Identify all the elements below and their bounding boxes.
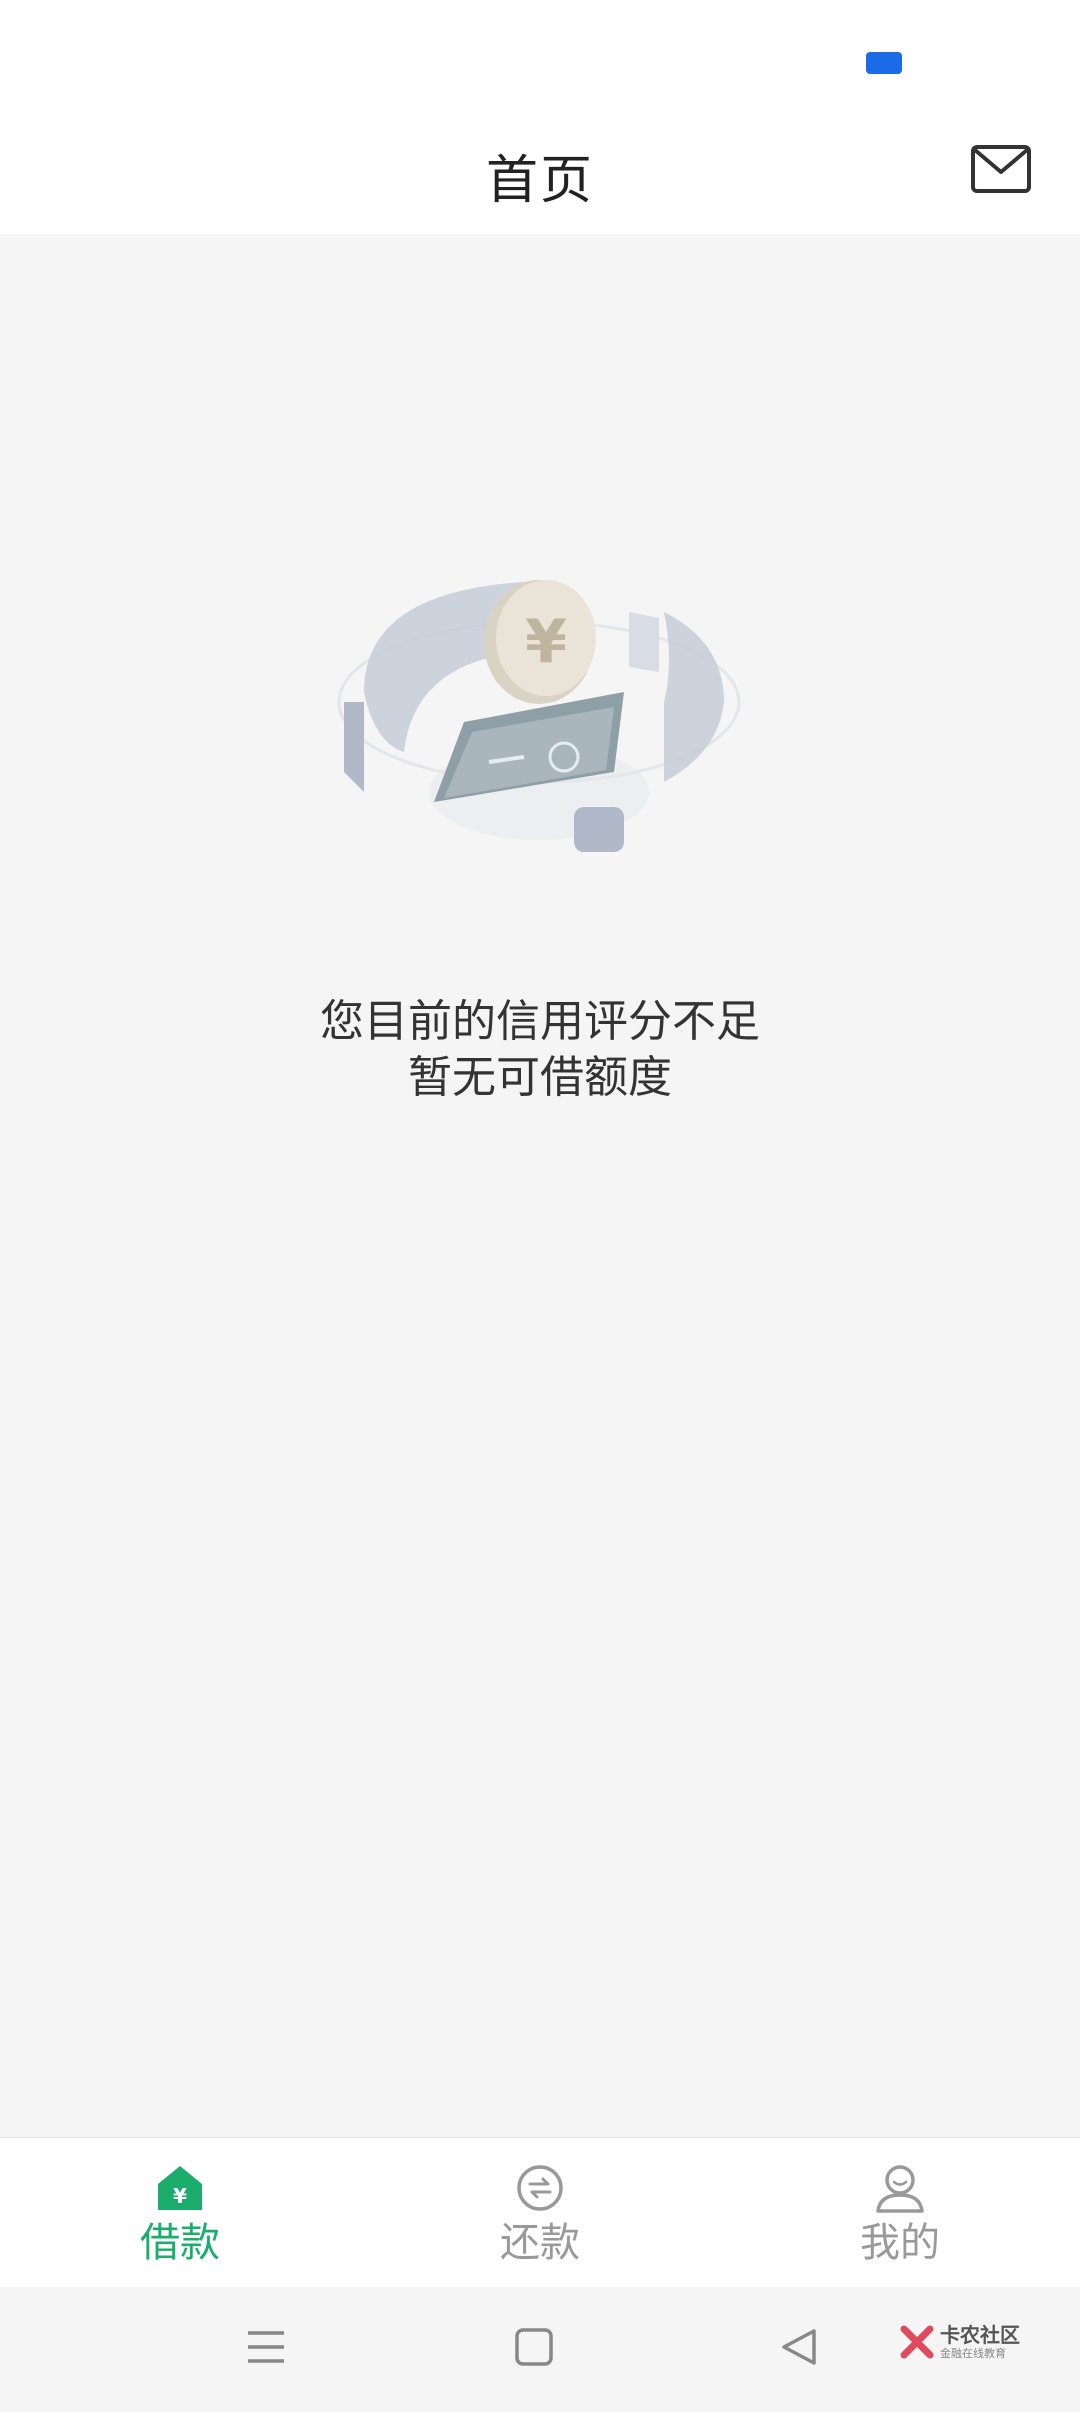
tab-loan[interactable]: ¥ 借款	[0, 2138, 360, 2288]
top-header: 首页	[0, 120, 1080, 234]
credit-message-line1: 您目前的信用评分不足	[320, 996, 760, 1047]
svg-text:¥: ¥	[173, 2184, 187, 2208]
repay-exchange-icon	[514, 2162, 566, 2214]
back-triangle-icon[interactable]	[776, 2323, 824, 2371]
svg-text:¥: ¥	[525, 607, 567, 677]
watermark-title: 卡农社区	[940, 2323, 1020, 2347]
mail-icon[interactable]	[970, 144, 1032, 194]
bottom-tab-bar: ¥ 借款 还款 我的	[0, 2137, 1080, 2288]
loan-home-icon: ¥	[154, 2162, 206, 2214]
tab-repay-label: 还款	[500, 2220, 580, 2266]
status-indicator-icon	[866, 52, 902, 74]
profile-icon	[874, 2162, 926, 2214]
home-square-icon[interactable]	[510, 2323, 558, 2371]
status-bar	[0, 0, 1080, 120]
credit-message-line2: 暂无可借额度	[408, 1052, 672, 1103]
app-screen: 首页 ¥ 您目前的信用评分不足 暂无可借额度 ¥ 借款 还款 我的 卡农社区 金…	[0, 0, 1080, 2412]
page-title: 首页	[485, 151, 594, 211]
coin-card-illustration: ¥	[324, 502, 764, 902]
menu-icon[interactable]	[242, 2323, 290, 2371]
system-nav-bar: 卡农社区 金融在线教育	[0, 2287, 1080, 2412]
main-content: ¥ 您目前的信用评分不足 暂无可借额度	[0, 234, 1080, 2137]
tab-mine-label: 我的	[860, 2220, 940, 2266]
tab-mine[interactable]: 我的	[720, 2138, 1080, 2288]
watermark-logo: 卡农社区 金融在线教育	[898, 2319, 1028, 2369]
tab-repay[interactable]: 还款	[360, 2138, 720, 2288]
watermark-subtitle: 金融在线教育	[940, 2347, 1006, 2360]
tab-loan-label: 借款	[140, 2220, 220, 2266]
empty-state-message: 您目前的信用评分不足 暂无可借额度	[0, 994, 1080, 1106]
